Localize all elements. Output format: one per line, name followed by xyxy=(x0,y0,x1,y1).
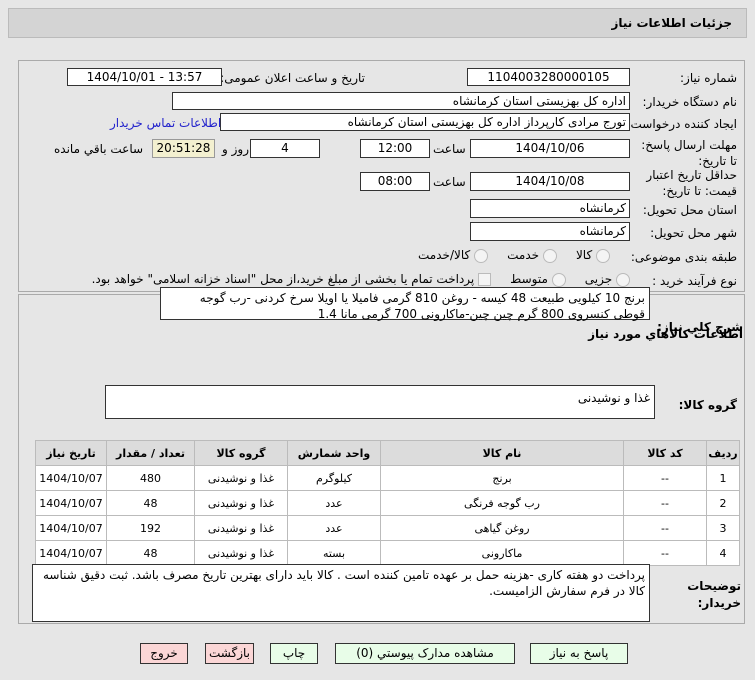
category-option-service: خدمت xyxy=(507,248,540,262)
col-header: کد کالا xyxy=(623,440,707,466)
process-radio-small[interactable] xyxy=(616,272,630,287)
deadline-label: مهلت ارسال پاسخ: تا تاریخ: xyxy=(641,138,737,168)
treasury-checkbox[interactable] xyxy=(478,273,492,286)
table-header-row: ردیف کد کالا نام کالا واحد شمارش گروه کا… xyxy=(35,440,740,466)
countdown-field: 20:51:28 xyxy=(152,139,215,158)
days-label: روز و xyxy=(222,142,249,156)
creator-label: ایجاد کننده درخواست: xyxy=(626,117,737,131)
table-cell: رب گوجه فرنگی xyxy=(380,490,624,516)
table-cell: روغن گیاهی xyxy=(380,515,624,541)
category-option-both: کالا/خدمت xyxy=(418,248,471,262)
table-cell: -- xyxy=(623,515,707,541)
goods-table: ردیف کد کالا نام کالا واحد شمارش گروه کا… xyxy=(35,440,740,566)
process-label: نوع فرآیند خرید : xyxy=(652,274,737,288)
category-radio-group: کالا خدمت کالا/خدمت xyxy=(418,248,610,263)
table-cell: 480 xyxy=(106,465,195,491)
table-cell: غذا و نوشیدنی xyxy=(194,540,288,566)
city-label: شهر محل تحویل: xyxy=(650,226,737,240)
table-cell: 4 xyxy=(706,540,740,566)
table-cell: 2 xyxy=(706,490,740,516)
announce-field: 1404/10/01 - 13:57 xyxy=(67,68,222,86)
notes-label: توضیحات خریدار: xyxy=(687,579,741,610)
validity-date-field: 1404/10/08 xyxy=(470,172,630,191)
table-cell: -- xyxy=(623,490,707,516)
col-header: گروه کالا xyxy=(194,440,288,466)
goods-info-title: اطلاعات کالاهاي مورد نياز xyxy=(588,327,743,341)
category-radio-goods[interactable] xyxy=(596,248,610,263)
table-cell: -- xyxy=(623,540,707,566)
buyer-org-label: نام دستگاه خریدار: xyxy=(642,95,738,109)
table-cell: 3 xyxy=(706,515,740,541)
validity-time-field: 08:00 xyxy=(360,172,430,191)
col-header: تاریخ نیاز xyxy=(35,440,107,466)
group-label: گروه کالا: xyxy=(678,398,737,412)
days-field: 4 xyxy=(250,139,320,158)
table-row[interactable]: 1 -- برنج کیلوگرم غذا و نوشیدنی 480 1404/10/07 xyxy=(35,465,740,491)
table-cell: غذا و نوشیدنی xyxy=(194,490,288,516)
creator-field: تورج مرادی کارپرداز اداره کل بهزیستی است… xyxy=(220,113,630,131)
process-radio-group: جزیی متوسط پرداخت تمام یا بخشی از مبلغ خ… xyxy=(92,272,630,287)
contact-buyer-link[interactable]: اطلاعات تماس خریدار xyxy=(110,116,221,130)
process-option-small: جزیی xyxy=(584,272,613,286)
category-label: طبقه بندی موضوعی: xyxy=(630,250,737,264)
description-textarea[interactable]: برنج 10 کیلویی طبیعت 48 کیسه - روغن 810 … xyxy=(160,287,650,321)
table-cell: 1404/10/07 xyxy=(35,490,107,516)
province-label: استان محل تحویل: xyxy=(642,203,737,217)
view-attachments-button[interactable]: مشاهده مدارک پیوستي (0) xyxy=(335,643,515,664)
back-button[interactable]: بازگشت xyxy=(205,643,254,664)
table-row[interactable]: 2 -- رب گوجه فرنگی عدد غذا و نوشیدنی 48 1404/1… xyxy=(35,490,740,516)
table-cell: 1404/10/07 xyxy=(35,465,107,491)
table-cell: غذا و نوشیدنی xyxy=(194,515,288,541)
col-header: تعداد / مقدار xyxy=(106,440,195,466)
province-field: کرمانشاه xyxy=(470,199,630,218)
table-cell: 1404/10/07 xyxy=(35,540,107,566)
group-textarea[interactable]: غذا و نوشیدنی xyxy=(105,385,655,419)
col-header: نام کالا xyxy=(380,440,624,466)
announce-label: تاریخ و ساعت اعلان عمومی: xyxy=(220,71,365,85)
table-cell: عدد xyxy=(287,515,381,541)
table-cell: 192 xyxy=(106,515,195,541)
col-header: ردیف xyxy=(706,440,740,466)
header-bar: جزئیات اطلاعات نیاز xyxy=(8,8,747,38)
table-cell: بسته xyxy=(287,540,381,566)
col-header: واحد شمارش xyxy=(287,440,381,466)
table-row[interactable]: 3 -- روغن گیاهی عدد غذا و نوشیدنی 192 1404/10/… xyxy=(35,515,740,541)
need-number-field: 1104003280000105 xyxy=(467,68,630,86)
table-cell: 1404/10/07 xyxy=(35,515,107,541)
deadline-time-label: ساعت xyxy=(433,142,466,156)
payment-note: پرداخت تمام یا بخشی از مبلغ خرید،از محل … xyxy=(91,272,475,286)
table-cell: -- xyxy=(623,465,707,491)
reply-button[interactable]: پاسخ به نیاز xyxy=(530,643,628,664)
table-cell: 48 xyxy=(106,540,195,566)
table-cell: 1 xyxy=(706,465,740,491)
table-cell: غذا و نوشیدنی xyxy=(194,465,288,491)
table-cell: برنج xyxy=(380,465,624,491)
process-option-medium: متوسط xyxy=(510,272,548,286)
buyer-org-field: اداره کل بهزیستی استان کرمانشاه xyxy=(172,92,630,110)
buyer-notes-textarea[interactable]: پرداخت دو هفته کاری -هزینه حمل بر عهده ت… xyxy=(32,564,650,622)
category-radio-service[interactable] xyxy=(542,248,557,263)
table-cell: کیلوگرم xyxy=(287,465,381,491)
deadline-time-field: 12:00 xyxy=(360,139,430,158)
validity-label: حداقل تاریخ اعتبار قیمت: تا تاریخ: xyxy=(646,168,737,198)
table-cell: عدد xyxy=(287,490,381,516)
page-title: جزئیات اطلاعات نیاز xyxy=(611,16,732,30)
table-row[interactable]: 4 -- ماکارونی بسته غذا و نوشیدنی 48 1404/10/07 xyxy=(35,540,740,566)
process-radio-medium[interactable] xyxy=(551,272,566,287)
category-option-goods: کالا xyxy=(575,248,593,262)
city-field: کرمانشاه xyxy=(470,222,630,241)
table-cell: ماکارونی xyxy=(380,540,624,566)
deadline-date-field: 1404/10/06 xyxy=(470,139,630,158)
remaining-label: ساعت باقي مانده xyxy=(54,142,144,156)
category-radio-both[interactable] xyxy=(474,248,489,263)
need-number-label: شماره نیاز: xyxy=(680,71,737,85)
exit-button[interactable]: خروج xyxy=(140,643,188,664)
print-button[interactable]: چاپ xyxy=(270,643,318,664)
table-cell: 48 xyxy=(106,490,195,516)
validity-time-label: ساعت xyxy=(433,175,466,189)
